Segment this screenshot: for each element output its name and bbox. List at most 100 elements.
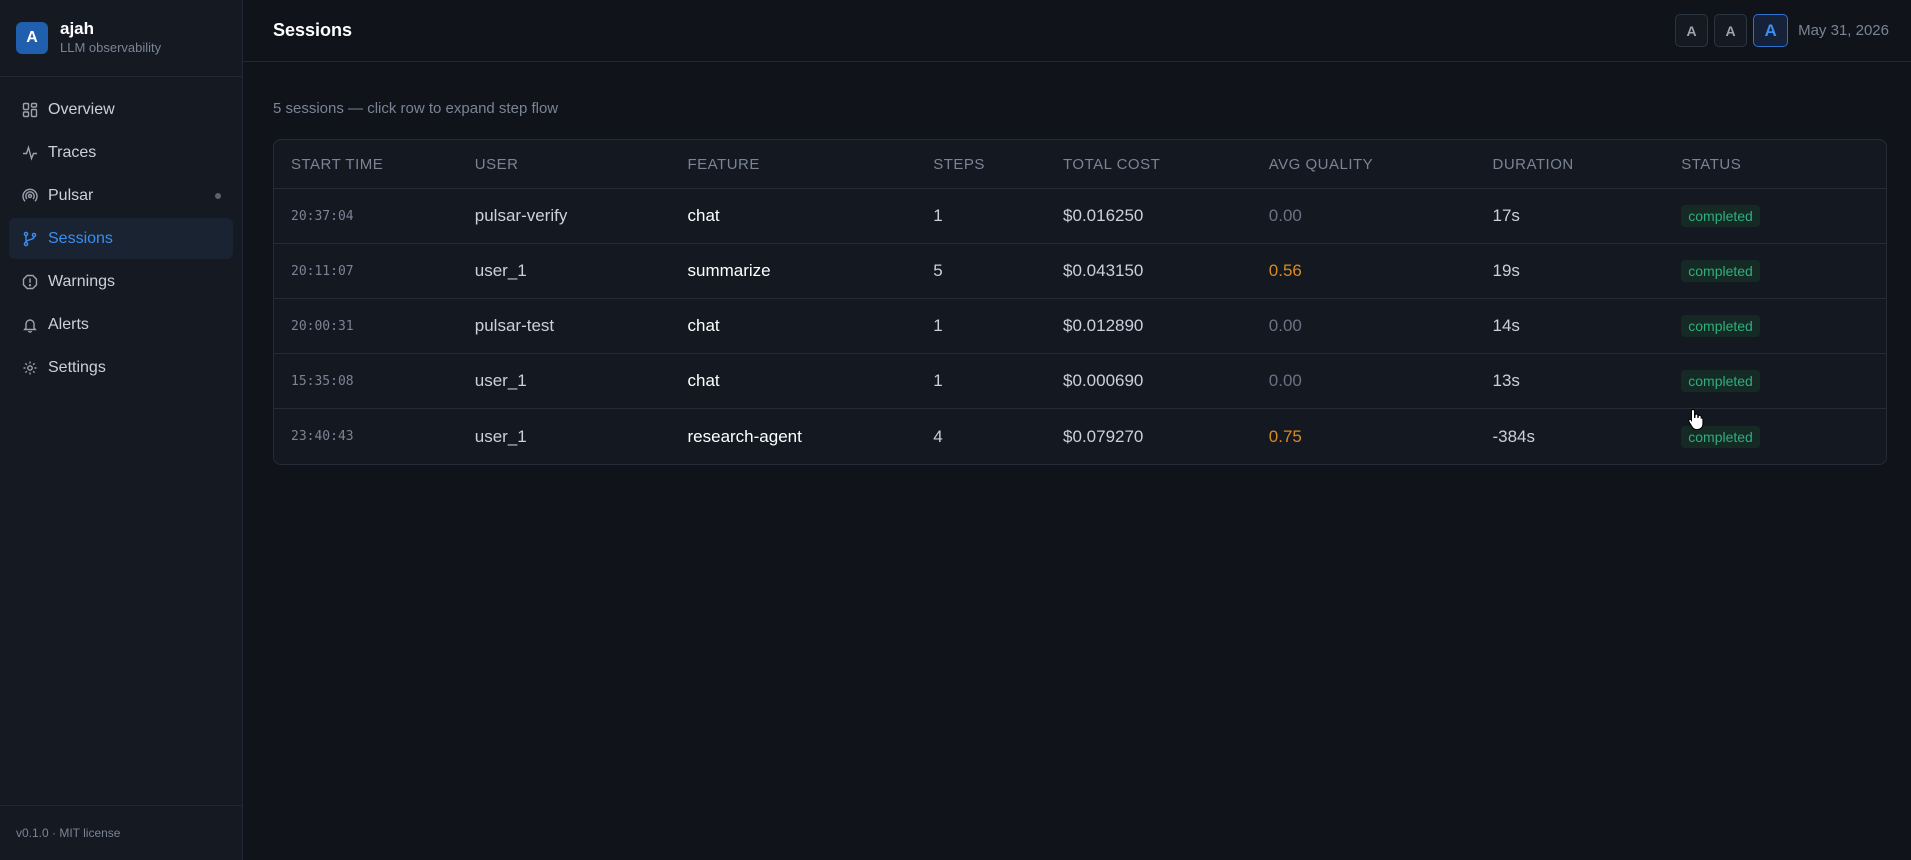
sidebar-item-label: Warnings (48, 272, 115, 290)
steps-cell: 1 (933, 371, 943, 390)
table-header: START TIME USER FEATURE STEPS TOTAL COST… (274, 140, 1886, 189)
sessions-section: 5 sessions — click row to expand step fl… (243, 62, 1911, 465)
page-title: Sessions (273, 20, 353, 40)
steps-cell: 5 (933, 261, 943, 280)
user-cell: user_1 (474, 426, 527, 446)
sidebar: A ajah LLM observability Overview Traces (0, 0, 243, 860)
steps-cell: 1 (933, 206, 943, 225)
current-date: May 31, 2026 (1798, 22, 1889, 39)
font-size-small-button[interactable]: A (1675, 14, 1709, 47)
feature-cell: chat (687, 371, 720, 390)
column-header-duration[interactable]: DURATION (1492, 156, 1681, 173)
status-dot (215, 193, 221, 199)
sidebar-item-alerts[interactable]: Alerts (9, 304, 233, 345)
topbar-controls: A A A May 31, 2026 (1675, 14, 1889, 47)
sidebar-nav: Overview Traces Pulsar Sessions Warnings… (0, 77, 242, 400)
radar-icon (21, 187, 38, 204)
sidebar-item-settings[interactable]: Settings (9, 347, 233, 388)
start-time-cell: 20:37:04 (291, 208, 354, 224)
status-badge: completed (1681, 205, 1760, 227)
column-header-total-cost[interactable]: TOTAL COST (1063, 156, 1269, 173)
start-time-cell: 20:00:31 (291, 318, 354, 334)
table-row[interactable]: 20:37:04 pulsar-verify chat 1 $0.016250 … (274, 189, 1886, 244)
sidebar-item-label: Settings (48, 358, 106, 376)
status-badge: completed (1681, 370, 1760, 392)
gear-icon (21, 359, 38, 376)
sessions-summary: 5 sessions — click row to expand step fl… (273, 100, 559, 117)
grid-icon (21, 101, 38, 118)
branch-icon (21, 230, 38, 247)
duration-cell: 17s (1492, 206, 1520, 225)
status-cell: completed (1681, 260, 1886, 282)
feature-cell: summarize (687, 261, 771, 280)
feature-cell: chat (687, 316, 720, 335)
column-header-user[interactable]: USER (475, 156, 688, 173)
total-cost-cell: $0.012890 (1063, 316, 1144, 335)
user-cell: pulsar-verify (474, 206, 568, 225)
duration-cell: 19s (1492, 261, 1520, 280)
user-cell: pulsar-test (474, 316, 555, 335)
brand-text: ajah LLM observability (60, 19, 161, 57)
steps-cell: 4 (933, 426, 943, 446)
sidebar-item-overview[interactable]: Overview (9, 89, 233, 130)
duration-cell: 14s (1492, 316, 1520, 335)
total-cost-cell: $0.043150 (1063, 261, 1144, 280)
sidebar-item-traces[interactable]: Traces (9, 132, 233, 173)
status-cell: completed (1681, 205, 1886, 227)
start-time-cell: 15:35:08 (291, 373, 354, 389)
status-badge: completed (1681, 260, 1760, 282)
table-row[interactable]: 23:40:43 user_1 research-agent 4 $0.0792… (274, 409, 1886, 464)
sidebar-item-pulsar[interactable]: Pulsar (9, 175, 233, 216)
avg-quality-cell: 0.00 (1268, 206, 1302, 225)
table-row[interactable]: 20:11:07 user_1 summarize 5 $0.043150 0.… (274, 244, 1886, 299)
total-cost-cell: $0.000690 (1063, 371, 1144, 390)
sidebar-item-label: Pulsar (48, 186, 94, 204)
table-row[interactable]: 15:35:08 user_1 chat 1 $0.000690 0.00 13… (274, 354, 1886, 409)
top-bar: Sessions A A A May 31, 2026 (243, 0, 1911, 62)
user-cell: user_1 (474, 371, 527, 390)
sidebar-footer: v0.1.0 · MIT license (0, 805, 242, 860)
brand: A ajah LLM observability (0, 0, 242, 77)
status-badge: completed (1681, 315, 1760, 337)
brand-avatar: A (16, 22, 48, 54)
table-row[interactable]: 20:00:31 pulsar-test chat 1 $0.012890 0.… (274, 299, 1886, 354)
sidebar-item-warnings[interactable]: Warnings (9, 261, 233, 302)
start-time-cell: 20:11:07 (291, 263, 354, 279)
font-size-large-button[interactable]: A (1753, 14, 1789, 47)
feature-cell: chat (687, 206, 720, 225)
column-header-steps[interactable]: STEPS (933, 156, 1063, 173)
column-header-feature[interactable]: FEATURE (688, 156, 934, 173)
font-size-medium-button[interactable]: A (1714, 14, 1748, 47)
hand-cursor-icon (1688, 408, 1704, 430)
column-header-avg-quality[interactable]: AVG QUALITY (1269, 156, 1493, 173)
activity-icon (21, 144, 38, 161)
duration-cell: -384s (1492, 426, 1536, 446)
octagon-alert-icon (21, 273, 38, 290)
total-cost-cell: $0.079270 (1063, 426, 1144, 446)
brand-name: ajah (60, 19, 95, 38)
main-content: Sessions A A A May 31, 2026 5 sessions —… (243, 0, 1911, 860)
column-header-status[interactable]: STATUS (1681, 156, 1886, 173)
avg-quality-cell: 0.56 (1268, 261, 1302, 280)
feature-cell: research-agent (687, 426, 802, 446)
status-cell: completed (1681, 315, 1886, 337)
duration-cell: 13s (1492, 371, 1520, 390)
avg-quality-cell: 0.00 (1268, 371, 1302, 390)
avg-quality-cell: 0.75 (1268, 426, 1302, 446)
user-cell: user_1 (474, 261, 527, 280)
app-root: A ajah LLM observability Overview Traces (0, 0, 1911, 860)
bell-icon (21, 316, 38, 333)
column-header-start-time[interactable]: START TIME (274, 156, 475, 173)
steps-cell: 1 (933, 316, 943, 335)
status-cell: completed (1681, 370, 1886, 392)
sidebar-item-label: Overview (48, 100, 115, 118)
avg-quality-cell: 0.00 (1268, 316, 1302, 335)
sessions-table: START TIME USER FEATURE STEPS TOTAL COST… (273, 139, 1887, 465)
sidebar-item-label: Sessions (48, 229, 113, 247)
sidebar-item-sessions[interactable]: Sessions (9, 218, 233, 259)
sidebar-item-label: Traces (48, 143, 97, 161)
status-cell: completed (1681, 425, 1886, 448)
sidebar-item-label: Alerts (48, 315, 89, 333)
total-cost-cell: $0.016250 (1063, 206, 1144, 225)
brand-subtitle: LLM observability (60, 40, 162, 55)
